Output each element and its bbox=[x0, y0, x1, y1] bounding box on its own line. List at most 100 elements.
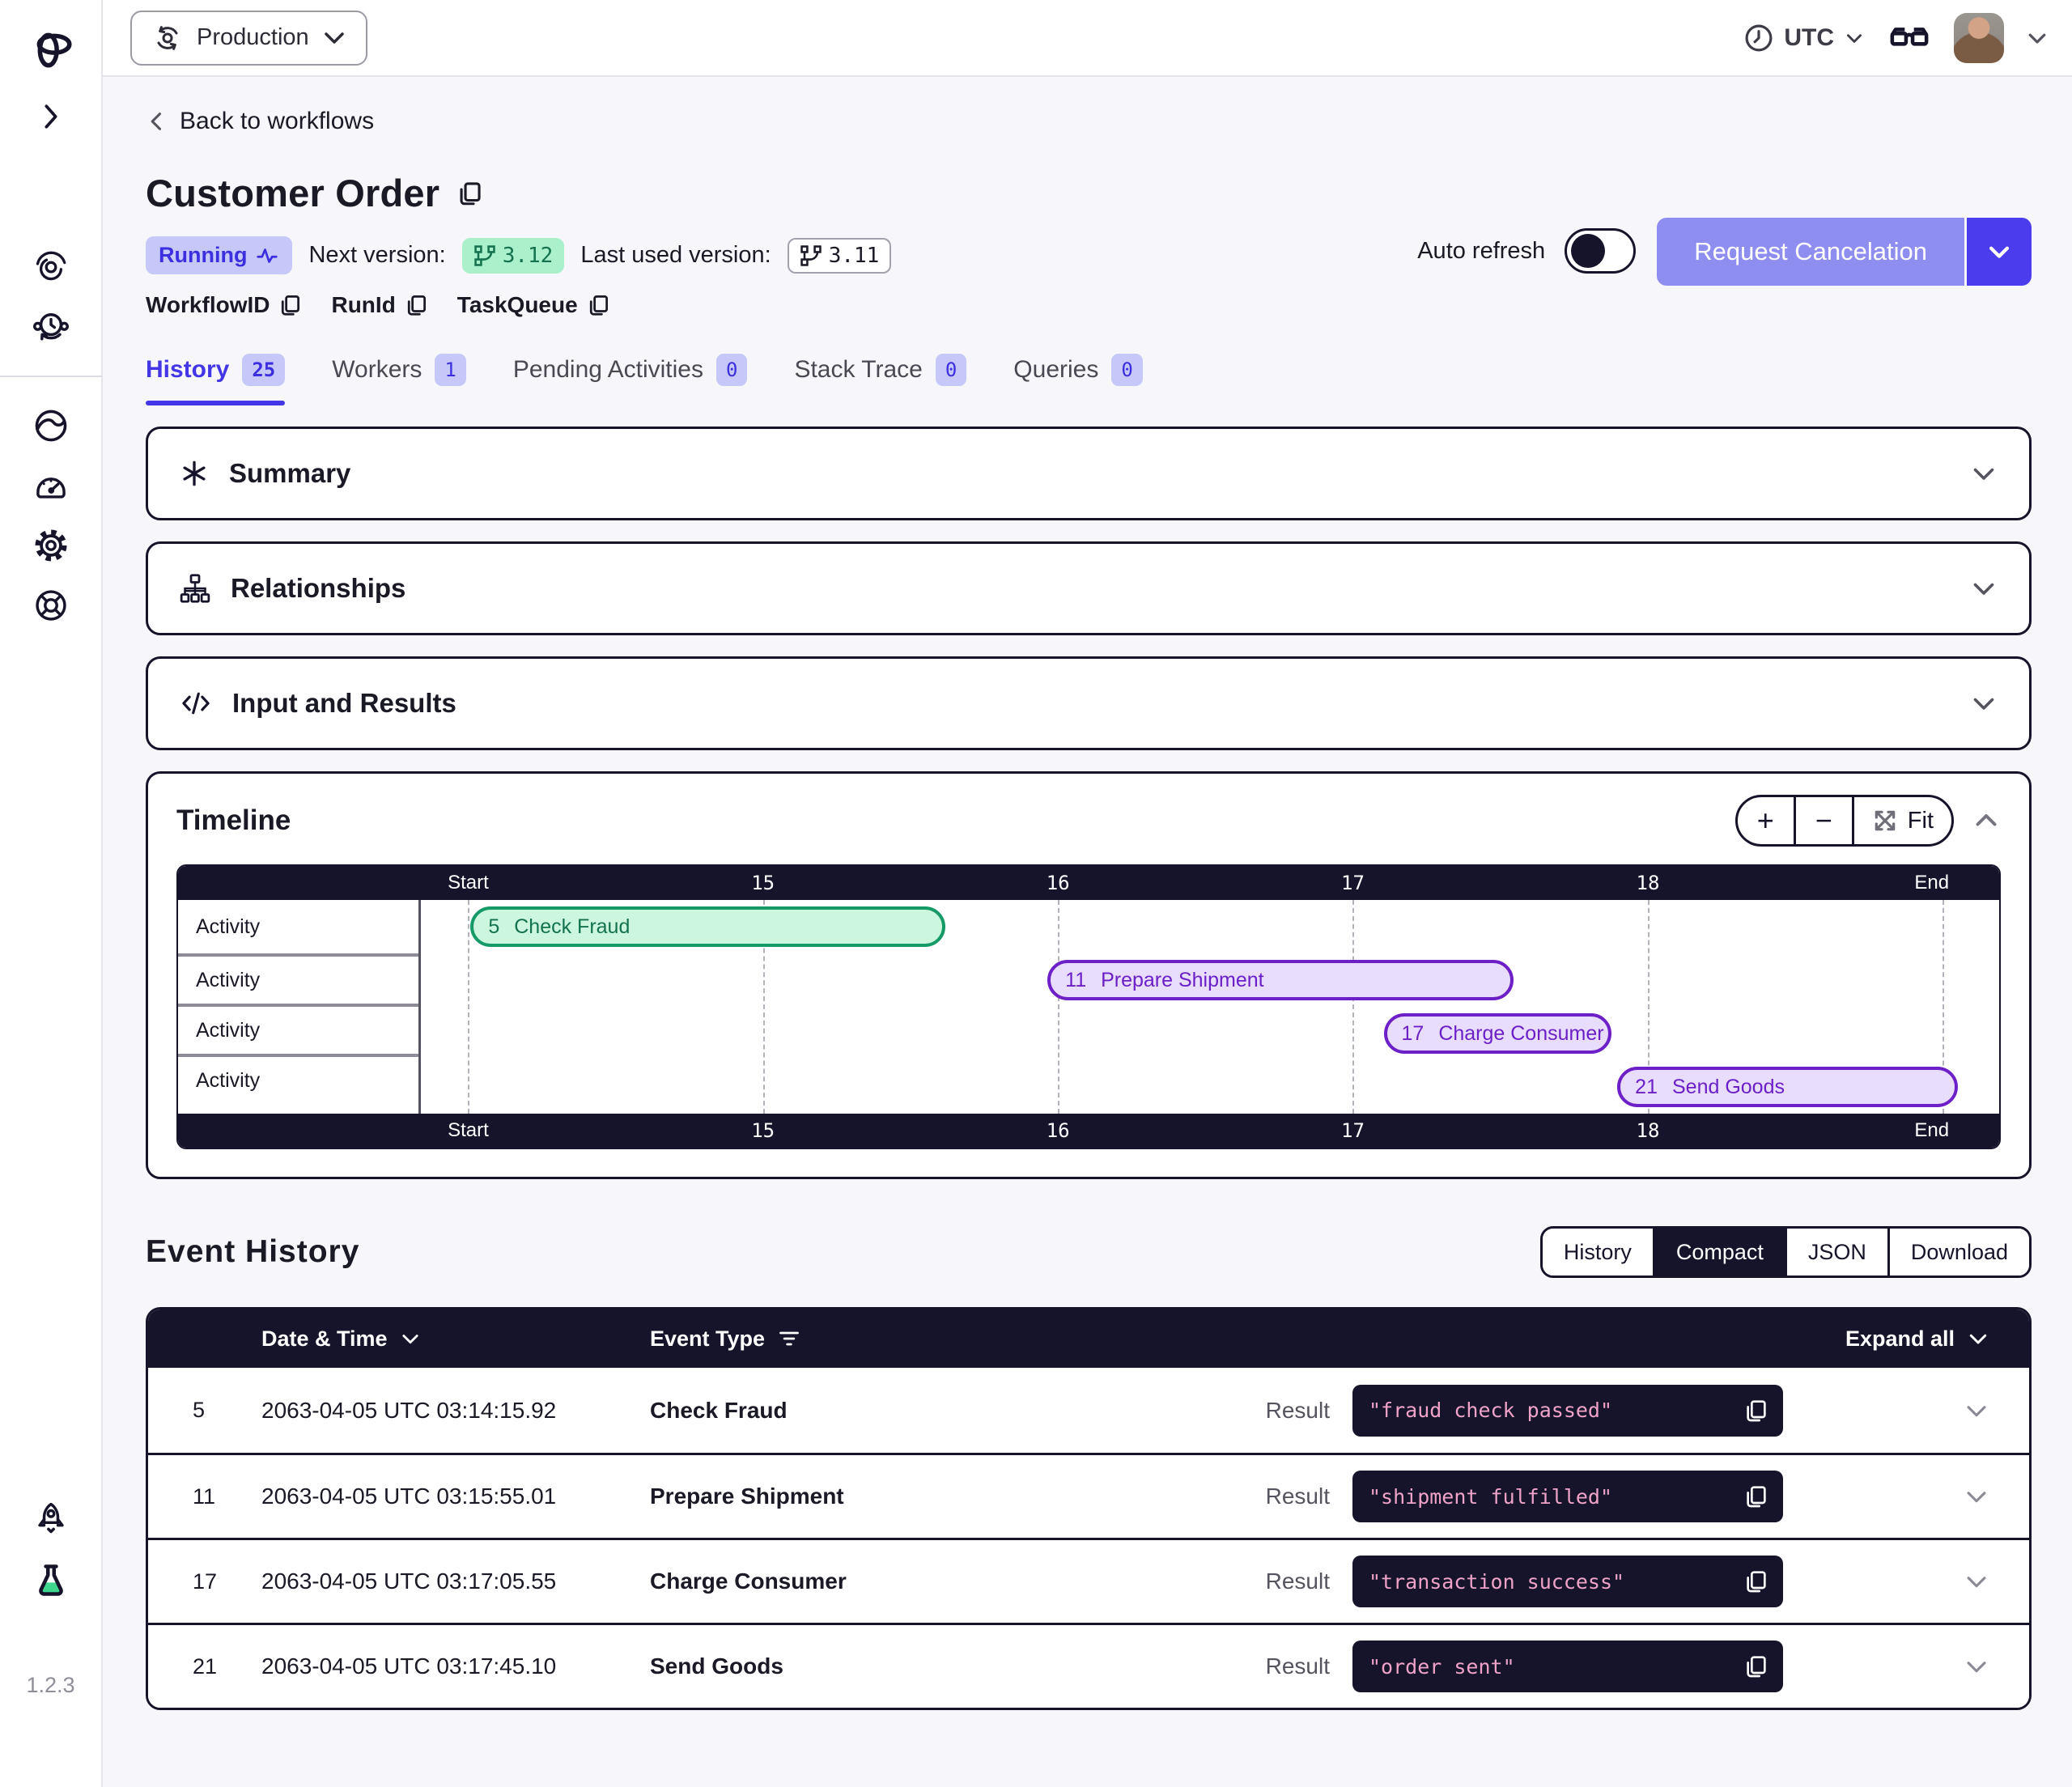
workflow-tabs: History 25 Workers 1 Pending Activities … bbox=[146, 354, 2032, 405]
account-menu-chevron-down-icon[interactable] bbox=[2025, 26, 2049, 50]
tab-queries[interactable]: Queries 0 bbox=[1013, 354, 1143, 405]
sidebar-item-schedules[interactable] bbox=[25, 301, 77, 353]
page-title-row: Customer Order bbox=[146, 171, 891, 215]
timeline-bar-prepare-shipment[interactable]: 11 Prepare Shipment bbox=[1047, 960, 1514, 1000]
tab-stack-trace[interactable]: Stack Trace 0 bbox=[794, 354, 966, 405]
labs-mode-toggle[interactable] bbox=[1886, 15, 1933, 62]
timeline-bar-check-fraud[interactable]: 5 Check Fraud bbox=[470, 906, 945, 947]
tab-pending-activities[interactable]: Pending Activities 0 bbox=[513, 354, 748, 405]
tab-history[interactable]: History 25 bbox=[146, 354, 285, 405]
copy-result-button[interactable] bbox=[1743, 1484, 1768, 1509]
nexus-icon bbox=[32, 407, 70, 444]
sort-chevron-down-icon bbox=[399, 1327, 422, 1350]
event-row-prepare-shipment[interactable]: 11 2063-04-05 UTC 03:15:55.01 Prepare Sh… bbox=[148, 1453, 2029, 1538]
tab-label: Stack Trace bbox=[794, 356, 922, 384]
timeline-collapse-button[interactable] bbox=[1972, 806, 2001, 835]
chevron-down-icon bbox=[1963, 1483, 1990, 1510]
event-timestamp: 2063-04-05 UTC 03:17:05.55 bbox=[261, 1568, 650, 1594]
download-button[interactable]: Download bbox=[1887, 1229, 2029, 1276]
code-icon bbox=[179, 686, 213, 720]
copy-icon bbox=[1743, 1568, 1768, 1594]
bar-event-name: Check Fraud bbox=[514, 915, 630, 939]
event-id: 5 bbox=[193, 1398, 261, 1423]
rocket-icon bbox=[32, 1500, 70, 1538]
fit-button[interactable]: Fit bbox=[1852, 797, 1951, 844]
avatar[interactable] bbox=[1954, 13, 2004, 63]
view-history-button[interactable]: History bbox=[1543, 1229, 1653, 1276]
expand-row-button[interactable] bbox=[1963, 1483, 1990, 1510]
workflow-id-label: WorkflowID bbox=[146, 292, 270, 318]
zoom-in-button[interactable]: + bbox=[1738, 797, 1794, 844]
copy-title-button[interactable] bbox=[456, 180, 483, 207]
timeline-zoom-control: + − Fit bbox=[1735, 795, 1954, 847]
chevron-down-icon bbox=[1969, 689, 1998, 718]
sidebar-item-usage[interactable] bbox=[25, 460, 77, 511]
run-id-copy[interactable]: RunId bbox=[331, 292, 427, 318]
sidebar-item-support[interactable] bbox=[25, 579, 77, 631]
expand-all-button[interactable]: Expand all bbox=[1845, 1326, 1990, 1352]
namespace-label: Production bbox=[197, 24, 309, 51]
copy-result-button[interactable] bbox=[1743, 1568, 1768, 1594]
row-label-activity: Activity bbox=[178, 900, 418, 953]
chevron-down-icon bbox=[1963, 1568, 1990, 1595]
expand-row-button[interactable] bbox=[1963, 1568, 1990, 1595]
view-compact-button[interactable]: Compact bbox=[1653, 1229, 1785, 1276]
copy-result-button[interactable] bbox=[1743, 1398, 1768, 1424]
view-label: JSON bbox=[1808, 1240, 1866, 1265]
result-chip: "fraud check passed" bbox=[1352, 1385, 1783, 1437]
sidebar-item-nexus[interactable] bbox=[25, 400, 77, 452]
event-timestamp: 2063-04-05 UTC 03:15:55.01 bbox=[261, 1484, 650, 1509]
result-value: "order sent" bbox=[1369, 1655, 1515, 1679]
input-results-section[interactable]: Input and Results bbox=[146, 656, 2032, 750]
event-row-send-goods[interactable]: 21 2063-04-05 UTC 03:17:45.10 Send Goods… bbox=[148, 1623, 2029, 1708]
workflow-id-copy[interactable]: WorkflowID bbox=[146, 292, 302, 318]
event-type: Send Goods bbox=[650, 1653, 1208, 1679]
timeline-bar-charge-consumer[interactable]: 17 Charge Consumer bbox=[1384, 1013, 1611, 1054]
summary-section[interactable]: Summary bbox=[146, 427, 2032, 520]
namespace-selector[interactable]: Production bbox=[130, 11, 367, 66]
row-label-activity: Activity bbox=[178, 1054, 418, 1104]
sidebar-divider bbox=[0, 376, 102, 377]
event-type: Charge Consumer bbox=[650, 1568, 1208, 1594]
request-cancelation-label: Request Cancelation bbox=[1694, 237, 1927, 266]
sidebar-item-whats-new[interactable] bbox=[25, 1493, 77, 1545]
sidebar-item-labs[interactable] bbox=[25, 1555, 77, 1607]
event-type-column-header[interactable]: Event Type bbox=[650, 1326, 1208, 1352]
expand-row-button[interactable] bbox=[1963, 1397, 1990, 1424]
fit-expand-icon bbox=[1872, 808, 1898, 834]
event-timestamp: 2063-04-05 UTC 03:17:45.10 bbox=[261, 1653, 650, 1679]
tab-workers[interactable]: Workers 1 bbox=[332, 354, 466, 405]
sidebar-expand-button[interactable] bbox=[25, 91, 77, 142]
axis-tick: 16 bbox=[1047, 1119, 1070, 1142]
auto-refresh-toggle[interactable] bbox=[1565, 228, 1636, 274]
task-queue-copy[interactable]: TaskQueue bbox=[457, 292, 610, 318]
sidebar: 1.2.3 bbox=[0, 0, 103, 1787]
copy-result-button[interactable] bbox=[1743, 1653, 1768, 1679]
bar-event-name: Send Goods bbox=[1672, 1076, 1785, 1099]
labs-flask-icon bbox=[32, 1561, 70, 1600]
relationships-section[interactable]: Relationships bbox=[146, 541, 2032, 635]
next-version-badge: 3.12 bbox=[462, 238, 565, 274]
result-label: Result bbox=[1208, 1653, 1330, 1679]
auto-refresh-label: Auto refresh bbox=[1417, 238, 1545, 265]
copy-icon bbox=[586, 293, 610, 317]
date-time-column-header[interactable]: Date & Time bbox=[261, 1326, 650, 1352]
sidebar-item-workflows[interactable] bbox=[25, 240, 77, 291]
timeline-bar-send-goods[interactable]: 21 Send Goods bbox=[1617, 1067, 1958, 1107]
bar-event-id: 5 bbox=[488, 915, 499, 939]
zoom-out-button[interactable]: − bbox=[1794, 797, 1852, 844]
timeline-axis-bottom: Start 15 16 17 18 End bbox=[178, 1114, 1999, 1148]
namespace-icon bbox=[151, 22, 184, 54]
request-cancelation-button[interactable]: Request Cancelation bbox=[1657, 218, 1964, 286]
ids-row: WorkflowID RunId TaskQueue bbox=[146, 292, 891, 318]
last-used-version-badge: 3.11 bbox=[788, 238, 892, 274]
event-row-charge-consumer[interactable]: 17 2063-04-05 UTC 03:17:05.55 Charge Con… bbox=[148, 1538, 2029, 1623]
event-row-check-fraud[interactable]: 5 2063-04-05 UTC 03:14:15.92 Check Fraud… bbox=[148, 1368, 2029, 1453]
timezone-selector[interactable]: UTC bbox=[1743, 23, 1865, 53]
sidebar-item-settings[interactable] bbox=[25, 520, 77, 571]
cancelation-options-button[interactable] bbox=[1967, 218, 2032, 286]
back-to-workflows-link[interactable]: Back to workflows bbox=[146, 108, 374, 135]
expand-row-button[interactable] bbox=[1963, 1653, 1990, 1680]
view-json-button[interactable]: JSON bbox=[1785, 1229, 1887, 1276]
timeline-axis-top: Start 15 16 17 18 End bbox=[178, 866, 1999, 900]
